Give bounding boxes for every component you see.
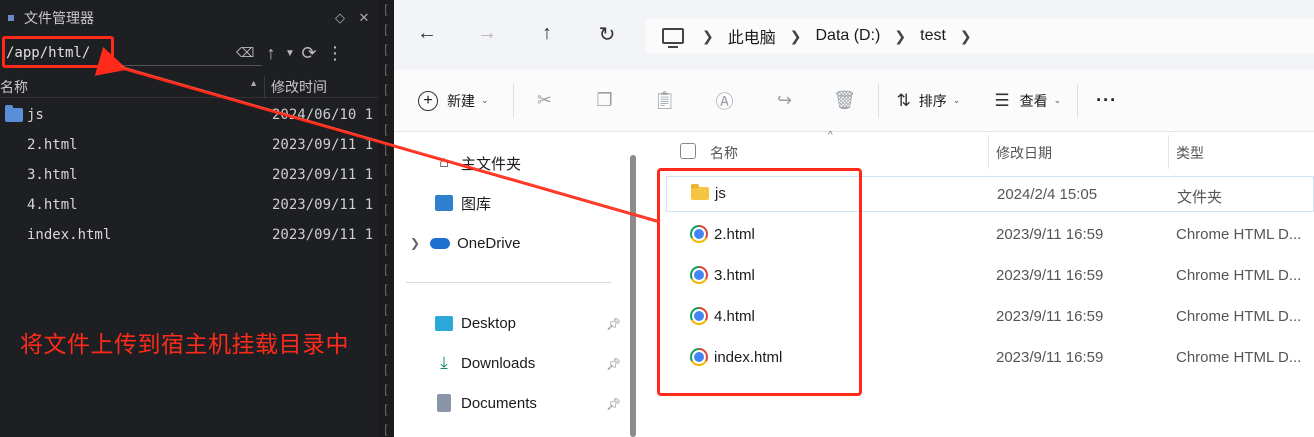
rename-icon[interactable]: Ⓐ [714,90,736,112]
nav-divider [406,282,611,283]
chevron-right-icon[interactable]: ❯ [702,28,714,45]
select-all-checkbox[interactable] [680,143,696,159]
nav-scrollbar[interactable] [630,155,636,437]
list-item[interactable]: 3.html 2023/09/11 1 [0,160,378,190]
computer-icon [662,28,684,48]
forward-arrow-icon[interactable]: → [472,22,502,50]
nav-item-gallery[interactable]: 图库 [434,190,491,216]
pin-icon[interactable]: 📌︎ [606,357,621,371]
sort-button[interactable]: ⇅ 排序 ⌄ [897,91,961,111]
chevron-down-icon: ⌄ [1053,95,1062,105]
list-item[interactable]: 4.html 2023/09/11 1 [0,190,378,220]
column-name-header[interactable]: 名称 [710,143,738,163]
nav-item-desktop[interactable]: Desktop [434,310,516,336]
toolbar-divider [1077,83,1079,118]
breadcrumb-data-drive[interactable]: Data (D:) [815,27,880,45]
close-icon[interactable]: ✕ [354,10,374,26]
cut-icon[interactable]: ✂ [534,90,556,112]
more-options-icon[interactable]: ⋮ [322,43,348,64]
history-dropdown-icon[interactable]: ▼ [284,48,296,59]
chevron-down-icon: ⌄ [481,95,489,105]
chevron-right-icon[interactable]: ❯ [790,28,802,45]
list-item[interactable]: index.html 2023/09/11 1 [0,220,378,250]
file-manager-title: 文件管理器 [24,10,94,26]
list-item[interactable]: 2.html 2023/09/11 1 [0,130,378,160]
more-options-button[interactable]: ··· [1096,90,1117,111]
desktop-icon [434,314,454,332]
chevron-right-icon[interactable]: ❯ [410,236,420,250]
refresh-icon[interactable]: ↻ [592,22,622,50]
copy-icon[interactable]: ❐ [594,90,616,112]
pin-icon[interactable]: 📌︎ [606,317,621,331]
share-icon[interactable]: ↪ [774,90,796,112]
folder-icon [5,105,23,122]
sort-icon: ⇅ [896,90,911,110]
nav-item-documents[interactable]: Documents [434,390,537,416]
breadcrumb[interactable]: ❯ 此电脑 ❯ Data (D:) ❯ test ❯ [646,18,1314,54]
address-bar-area: ← → ↑ ↻ ❯ 此电脑 ❯ Data (D:) ❯ test ❯ [394,0,1314,70]
new-button[interactable]: + 新建 ⌄ [418,90,489,111]
details-header: ^ 名称 修改日期 类型 [640,130,1314,173]
remote-file-manager: 文件管理器 ◇ ✕ ⌫ ↑ ▼ ⟳ ⋮ 名称 ▲ 修改时间 js 2024/06… [0,0,378,437]
add-circle-icon: + [418,90,438,111]
annotation-caption: 将文件上传到宿主机挂载目录中 [20,331,349,357]
cloud-icon [430,234,451,252]
file-list: js 2024/06/10 1 2.html 2023/09/11 1 3.ht… [0,100,378,250]
toolbar-divider [512,83,514,118]
pin-icon[interactable]: 📌︎ [606,397,621,411]
document-icon [434,394,454,412]
chevron-right-icon[interactable]: ❯ [960,28,972,45]
sort-asc-icon: ▲ [249,77,258,88]
float-window-icon[interactable]: ◇ [330,10,350,26]
view-button[interactable]: ☰ 查看 ⌄ [994,91,1061,111]
refresh-icon[interactable]: ⟳ [296,43,322,64]
editor-gutter: [[[[[[[[[[[[[[[[[[[[[[ [378,0,394,437]
file-list-header: 名称 ▲ 修改时间 [0,75,378,98]
navigation-pane: ⌂ 主文件夹 图库 ❯ OneDrive Desktop 📌︎ ⤓ Downlo… [394,133,640,437]
delete-icon[interactable]: 🗑︎ [833,90,856,112]
nav-item-home[interactable]: ⌂ 主文件夹 [434,150,521,176]
column-modified-header[interactable]: 修改时间 [264,75,327,98]
column-date-header[interactable]: 修改日期 [996,143,1052,163]
paste-icon[interactable]: 📋︎ [653,90,676,112]
list-item[interactable]: js 2024/06/10 1 [0,100,378,130]
nav-item-downloads[interactable]: ⤓ Downloads [434,350,535,376]
download-icon: ⤓ [440,353,448,372]
column-name-header[interactable]: 名称 ▲ [0,77,264,97]
chevron-down-icon: ⌄ [952,95,961,105]
parent-dir-icon[interactable]: ↑ [258,43,284,64]
view-list-icon: ☰ [994,90,1010,110]
up-arrow-icon[interactable]: ↑ [532,22,562,50]
back-arrow-icon[interactable]: ← [412,22,442,50]
annotation-highlight-files [657,168,862,396]
file-manager-titlebar: 文件管理器 ◇ ✕ [0,0,378,36]
column-divider[interactable] [988,135,989,169]
toolbar-divider [877,83,879,118]
panel-icon [8,15,14,21]
column-type-header[interactable]: 类型 [1176,143,1204,163]
sort-indicator-icon: ^ [828,130,833,141]
gallery-icon [434,194,454,212]
annotation-highlight-path [2,36,114,68]
breadcrumb-this-pc[interactable]: 此电脑 [728,24,776,48]
nav-item-onedrive[interactable]: ❯ OneDrive [410,230,520,256]
column-divider[interactable] [1168,135,1169,169]
command-bar: + 新建 ⌄ ✂ ❐ 📋︎ Ⓐ ↪ 🗑︎ ⇅ 排序 ⌄ ☰ 查看 ⌄ ··· [394,70,1314,132]
clear-path-icon[interactable]: ⌫ [236,45,258,61]
chevron-right-icon[interactable]: ❯ [894,28,906,45]
breadcrumb-test[interactable]: test [920,27,946,45]
home-icon: ⌂ [439,154,449,171]
